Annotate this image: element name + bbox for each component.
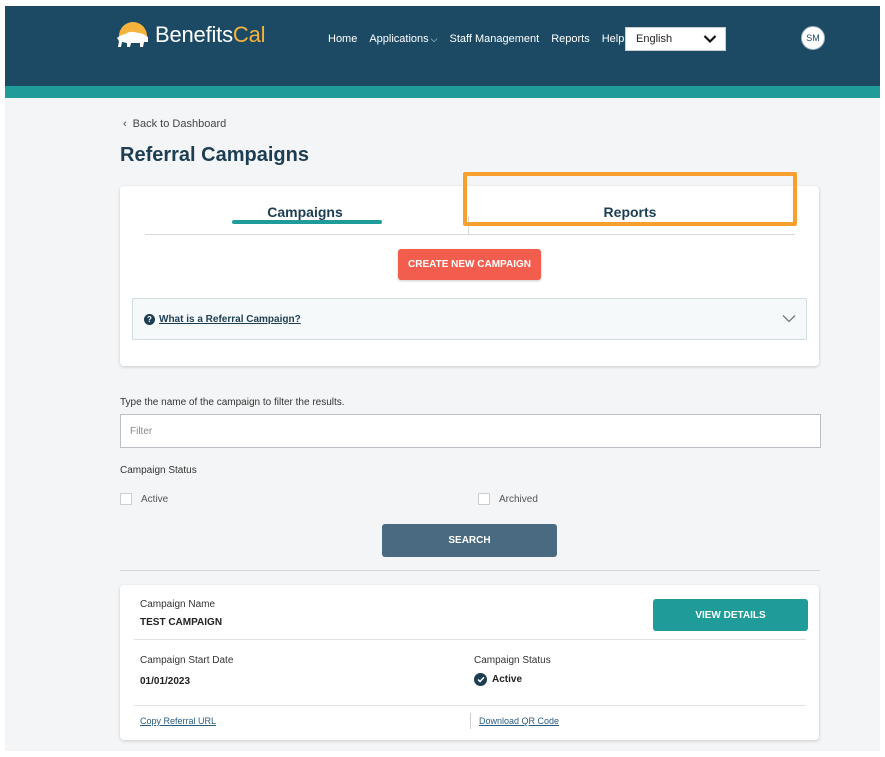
- benefitscal-logo[interactable]: BenefitsCal: [115, 20, 266, 50]
- campaign-status-field-label: Campaign Status: [474, 655, 551, 666]
- campaign-status-value: Active: [474, 673, 522, 686]
- campaign-name-label: Campaign Name: [140, 599, 216, 610]
- link-divider: [470, 713, 471, 729]
- page: BenefitsCal Home Applications ⌵ Staff Man…: [5, 6, 880, 751]
- active-tab-indicator: [232, 220, 382, 224]
- nav-applications[interactable]: Applications ⌵: [369, 33, 437, 45]
- back-link-label: Back to Dashboard: [132, 118, 227, 130]
- nav-home[interactable]: Home: [328, 33, 357, 45]
- referral-campaign-info-accordion[interactable]: ? What is a Referral Campaign?: [132, 298, 807, 340]
- campaign-status-text: Active: [492, 674, 523, 685]
- chevron-down-icon: ⌵: [430, 33, 438, 44]
- card-divider: [134, 639, 806, 640]
- campaign-status-label: Campaign Status: [120, 465, 197, 476]
- results-divider: [120, 570, 820, 571]
- chevron-down-icon: [703, 35, 717, 44]
- tab-campaigns[interactable]: Campaigns: [230, 204, 380, 220]
- reports-tab-highlight: [463, 172, 797, 226]
- create-new-campaign-button[interactable]: CREATE NEW CAMPAIGN: [398, 249, 541, 280]
- question-circle-icon: ?: [144, 313, 155, 325]
- logo-text-accent: Cal: [232, 22, 266, 47]
- chevron-left-icon: ‹: [123, 118, 127, 130]
- campaign-result-card: Campaign Name TEST CAMPAIGN VIEW DETAILS…: [120, 585, 819, 740]
- back-to-dashboard-link[interactable]: ‹ Back to Dashboard: [123, 118, 226, 130]
- bear-sun-logo-icon: [117, 22, 148, 47]
- accordion-header: ? What is a Referral Campaign?: [144, 313, 301, 325]
- search-button[interactable]: SEARCH: [382, 524, 557, 557]
- accordion-label: What is a Referral Campaign?: [159, 313, 301, 325]
- chevron-down-icon: [782, 310, 796, 328]
- campaign-filter-input[interactable]: [120, 414, 821, 448]
- filter-instructions: Type the name of the campaign to filter …: [120, 397, 345, 408]
- top-navigation-bar: BenefitsCal Home Applications ⌵ Staff Man…: [5, 6, 880, 86]
- archived-status-checkbox[interactable]: Archived: [478, 493, 538, 505]
- view-details-button[interactable]: VIEW DETAILS: [653, 599, 808, 631]
- campaign-start-date-label: Campaign Start Date: [140, 655, 234, 666]
- logo-text-primary: Benefits: [155, 22, 233, 47]
- checkbox-box[interactable]: [478, 493, 490, 505]
- archived-label: Archived: [499, 493, 538, 505]
- active-label: Active: [141, 493, 169, 505]
- nav-help[interactable]: Help: [602, 33, 625, 45]
- user-avatar[interactable]: SM: [801, 26, 825, 50]
- active-status-checkbox[interactable]: Active: [120, 493, 168, 505]
- nav-reports[interactable]: Reports: [551, 33, 590, 45]
- language-select-value: English: [636, 33, 673, 45]
- nav-staff-management[interactable]: Staff Management: [450, 33, 540, 45]
- campaign-name-value: TEST CAMPAIGN: [140, 617, 223, 628]
- language-select[interactable]: English: [625, 27, 726, 51]
- campaigns-panel: Campaigns Reports CREATE NEW CAMPAIGN ? …: [120, 172, 819, 366]
- checkbox-box[interactable]: [120, 493, 132, 505]
- campaign-start-date-value: 01/01/2023: [140, 676, 191, 687]
- card-divider: [134, 705, 806, 706]
- page-title: Referral Campaigns: [120, 144, 309, 166]
- main-nav: Home Applications ⌵ Staff Management Repo…: [328, 33, 624, 45]
- check-circle-icon: [474, 673, 487, 686]
- nav-applications-label: Applications: [369, 33, 429, 45]
- download-qr-code-link[interactable]: Download QR Code: [479, 716, 559, 726]
- tab-rule: [145, 234, 795, 235]
- copy-referral-url-link[interactable]: Copy Referral URL: [140, 716, 216, 726]
- logo-wordmark: BenefitsCal: [155, 22, 266, 48]
- header-accent-stripe: [5, 86, 880, 98]
